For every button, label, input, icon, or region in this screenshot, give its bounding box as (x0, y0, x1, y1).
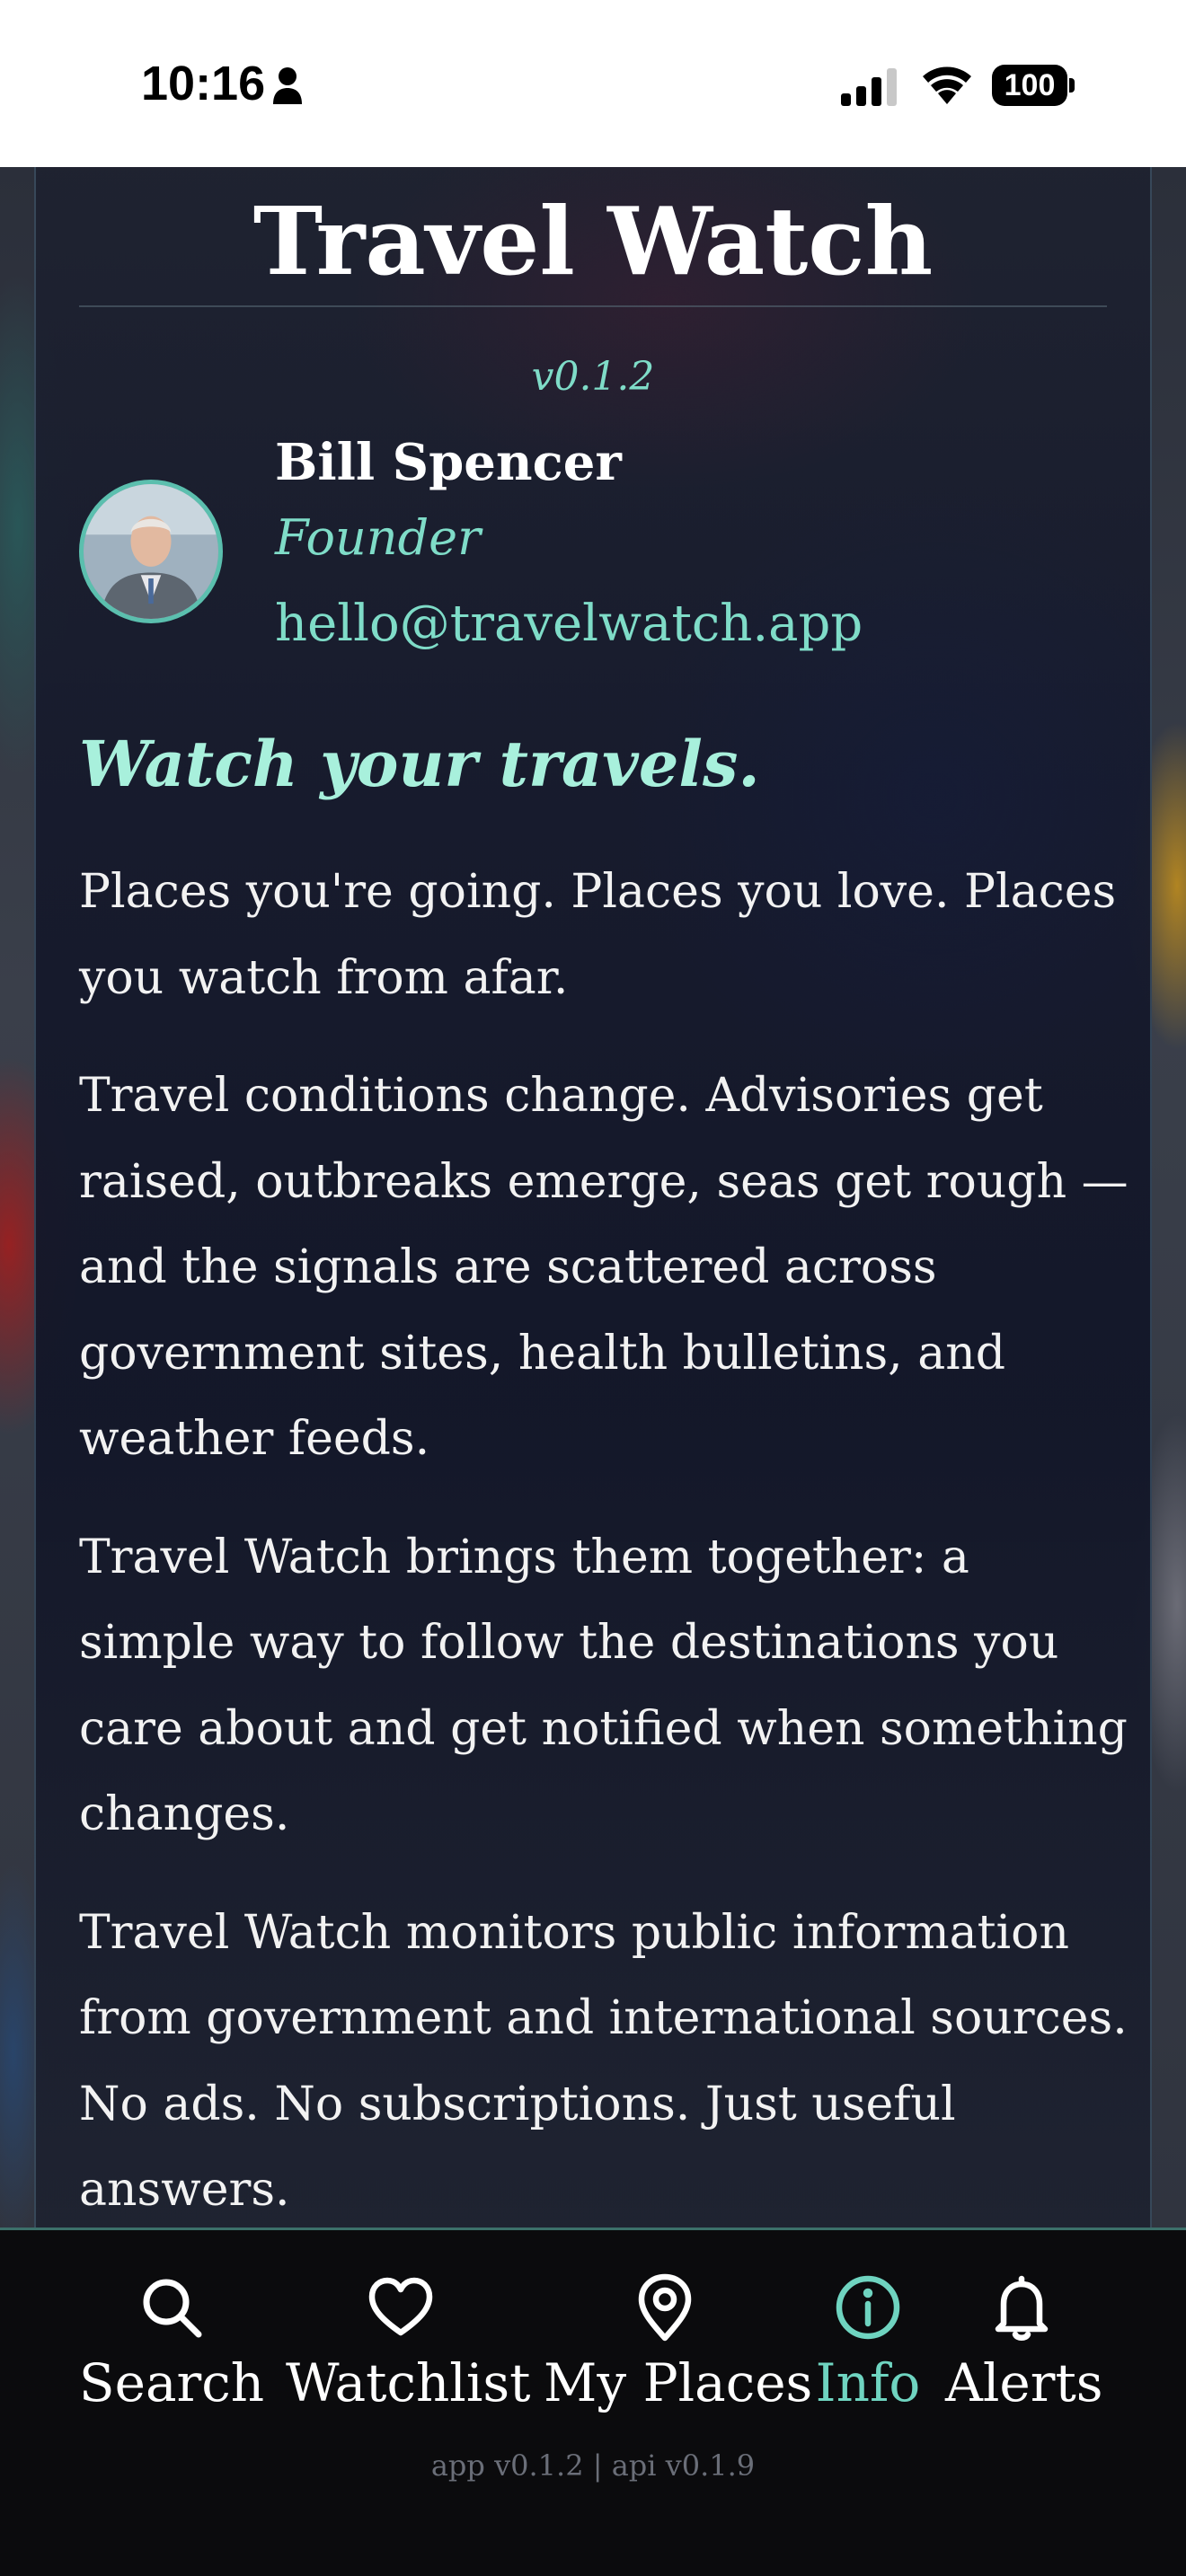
bottom-tab-bar: Search Watchlist My Places Info Alerts a… (0, 2228, 1186, 2576)
app-version: v0.1.2 (531, 354, 655, 400)
about-paragraph: Travel Watch brings them together: a sim… (79, 1530, 1128, 1842)
person-icon (273, 67, 302, 104)
about-paragraph: Travel conditions change. Advisories get… (79, 1069, 1128, 1466)
battery-level: 100 (992, 65, 1067, 106)
battery-indicator: 100 (992, 65, 1075, 106)
tab-label: Alerts (945, 2352, 1103, 2413)
tab-label: Info (815, 2352, 921, 2413)
info-card: Travel Watch v0.1.2 Bill Spencer Founder… (34, 167, 1152, 2229)
about-paragraph: Travel Watch monitors public information… (79, 1905, 1128, 2218)
founder-email-link[interactable]: hello@travelwatch.app (275, 593, 863, 656)
app-title: Travel Watch (252, 186, 934, 296)
status-bar: 10:16 100 (0, 0, 1186, 167)
version-footer: app v0.1.2 | api v0.1.9 (430, 2448, 756, 2483)
founder-photo (84, 484, 218, 619)
founder-name: Bill Spencer (275, 433, 622, 492)
info-icon (836, 2275, 900, 2340)
cellular-signal-icon (841, 68, 897, 106)
map-pin-icon (638, 2273, 692, 2342)
tab-label: Watchlist (286, 2352, 531, 2413)
about-paragraph: Places you're going. Places you love. Pl… (79, 865, 1117, 1005)
tab-search[interactable]: Search (59, 2272, 284, 2424)
tab-info[interactable]: Info (809, 2272, 927, 2424)
battery-tip (1069, 78, 1075, 93)
heart-icon (368, 2277, 433, 2336)
avatar (79, 480, 223, 623)
tagline: Watch your travels. (79, 727, 760, 801)
search-icon (143, 2279, 202, 2338)
wifi-icon (923, 66, 971, 104)
tab-label: Search (78, 2352, 265, 2413)
tab-watchlist[interactable]: Watchlist (286, 2272, 531, 2424)
status-time: 10:16 (141, 57, 266, 110)
about-text: Places you're going. Places you love. Pl… (79, 850, 1130, 2266)
tab-label: My Places (544, 2352, 813, 2413)
bell-icon (995, 2275, 1049, 2341)
tab-alerts[interactable]: Alerts (945, 2272, 1103, 2424)
title-divider (79, 305, 1107, 307)
page: 10:16 100 Travel Watch v0.1.2 Bill Spenc… (0, 0, 1186, 2576)
tab-my-places[interactable]: My Places (544, 2272, 813, 2424)
founder-role: Founder (275, 509, 481, 566)
